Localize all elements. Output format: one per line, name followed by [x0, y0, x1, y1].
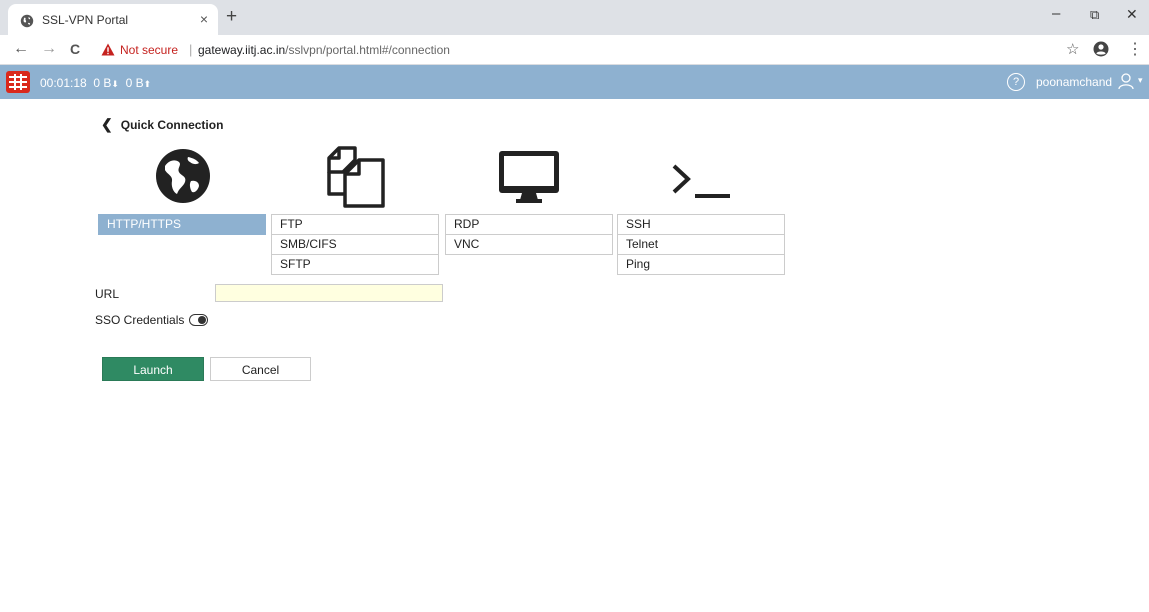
download-count: 0 B [93, 76, 112, 90]
account-icon[interactable] [1093, 41, 1109, 57]
protocol-ssh[interactable]: SSH [617, 214, 785, 235]
url-input[interactable] [215, 284, 443, 302]
session-stats: 00:01:18 0 B⬇ 0 B⬆ [40, 76, 151, 90]
protocol-column-shell: SSH Telnet Ping [617, 214, 785, 275]
back-icon[interactable]: ← [13, 40, 29, 58]
user-icon[interactable] [1117, 72, 1135, 90]
protocol-smb-cifs[interactable]: SMB/CIFS [271, 234, 439, 255]
protocol-ftp[interactable]: FTP [271, 214, 439, 235]
browser-tab[interactable]: SSL-VPN Portal × [8, 4, 218, 35]
url-separator: | [189, 42, 193, 57]
chevron-left-icon: ❮ [101, 116, 113, 132]
protocol-rdp[interactable]: RDP [445, 214, 613, 235]
minimize-icon[interactable]: – [1052, 5, 1060, 22]
protocol-column-desktop: RDP VNC [445, 214, 613, 255]
protocol-ping[interactable]: Ping [617, 254, 785, 275]
window-close-icon[interactable]: ✕ [1126, 6, 1138, 23]
user-menu-caret-icon[interactable]: ▾ [1138, 75, 1143, 86]
download-arrow-icon: ⬇ [111, 79, 119, 89]
username[interactable]: poonamchand [1036, 75, 1112, 89]
sso-credentials-toggle[interactable] [189, 314, 208, 326]
protocol-sftp[interactable]: SFTP [271, 254, 439, 275]
address-bar: ← → C Not secure | gateway.iitj.ac.in/ss… [0, 35, 1149, 65]
session-timer: 00:01:18 [40, 76, 87, 90]
url-label: URL [95, 287, 120, 301]
browser-menu-icon[interactable]: ⋮ [1127, 39, 1143, 59]
terminal-icon[interactable] [671, 162, 731, 200]
warning-icon[interactable] [101, 43, 115, 56]
url-host: gateway.iitj.ac.in [198, 43, 286, 57]
protocol-telnet[interactable]: Telnet [617, 234, 785, 255]
portal-header: 00:01:18 0 B⬇ 0 B⬆ ? poonamchand ▾ [0, 65, 1149, 99]
cancel-button[interactable]: Cancel [210, 357, 311, 381]
monitor-icon[interactable] [498, 150, 560, 204]
upload-arrow-icon: ⬆ [143, 79, 152, 89]
quick-connection-back[interactable]: ❮ Quick Connection [101, 116, 223, 133]
protocol-http-https[interactable]: HTTP/HTTPS [98, 214, 266, 235]
page-title: Quick Connection [120, 118, 224, 132]
tab-title: SSL-VPN Portal [42, 13, 129, 27]
globe-favicon-icon [20, 14, 34, 28]
forward-icon[interactable]: → [41, 40, 57, 58]
browser-tab-strip: SSL-VPN Portal × + – ⧉ ✕ [0, 0, 1149, 35]
sso-credentials-label: SSO Credentials [95, 313, 185, 327]
protocol-column-file: FTP SMB/CIFS SFTP [271, 214, 439, 275]
new-tab-icon[interactable]: + [226, 6, 237, 28]
help-icon[interactable]: ? [1007, 73, 1025, 91]
url-text[interactable]: gateway.iitj.ac.in/sslvpn/portal.html#/c… [198, 43, 450, 57]
not-secure-label[interactable]: Not secure [120, 43, 178, 57]
upload-count: 0 B [125, 76, 144, 90]
url-path: /sslvpn/portal.html#/connection [285, 43, 450, 57]
protocol-vnc[interactable]: VNC [445, 234, 613, 255]
restore-icon[interactable]: ⧉ [1090, 7, 1099, 23]
launch-button[interactable]: Launch [102, 357, 204, 381]
protocol-column-web: HTTP/HTTPS [98, 214, 266, 235]
bookmark-star-icon[interactable]: ☆ [1066, 40, 1079, 58]
globe-icon[interactable] [155, 148, 211, 204]
tab-close-icon[interactable]: × [200, 11, 208, 27]
files-icon[interactable] [325, 146, 387, 208]
reload-icon[interactable]: C [70, 41, 80, 57]
fortinet-logo [6, 71, 30, 93]
